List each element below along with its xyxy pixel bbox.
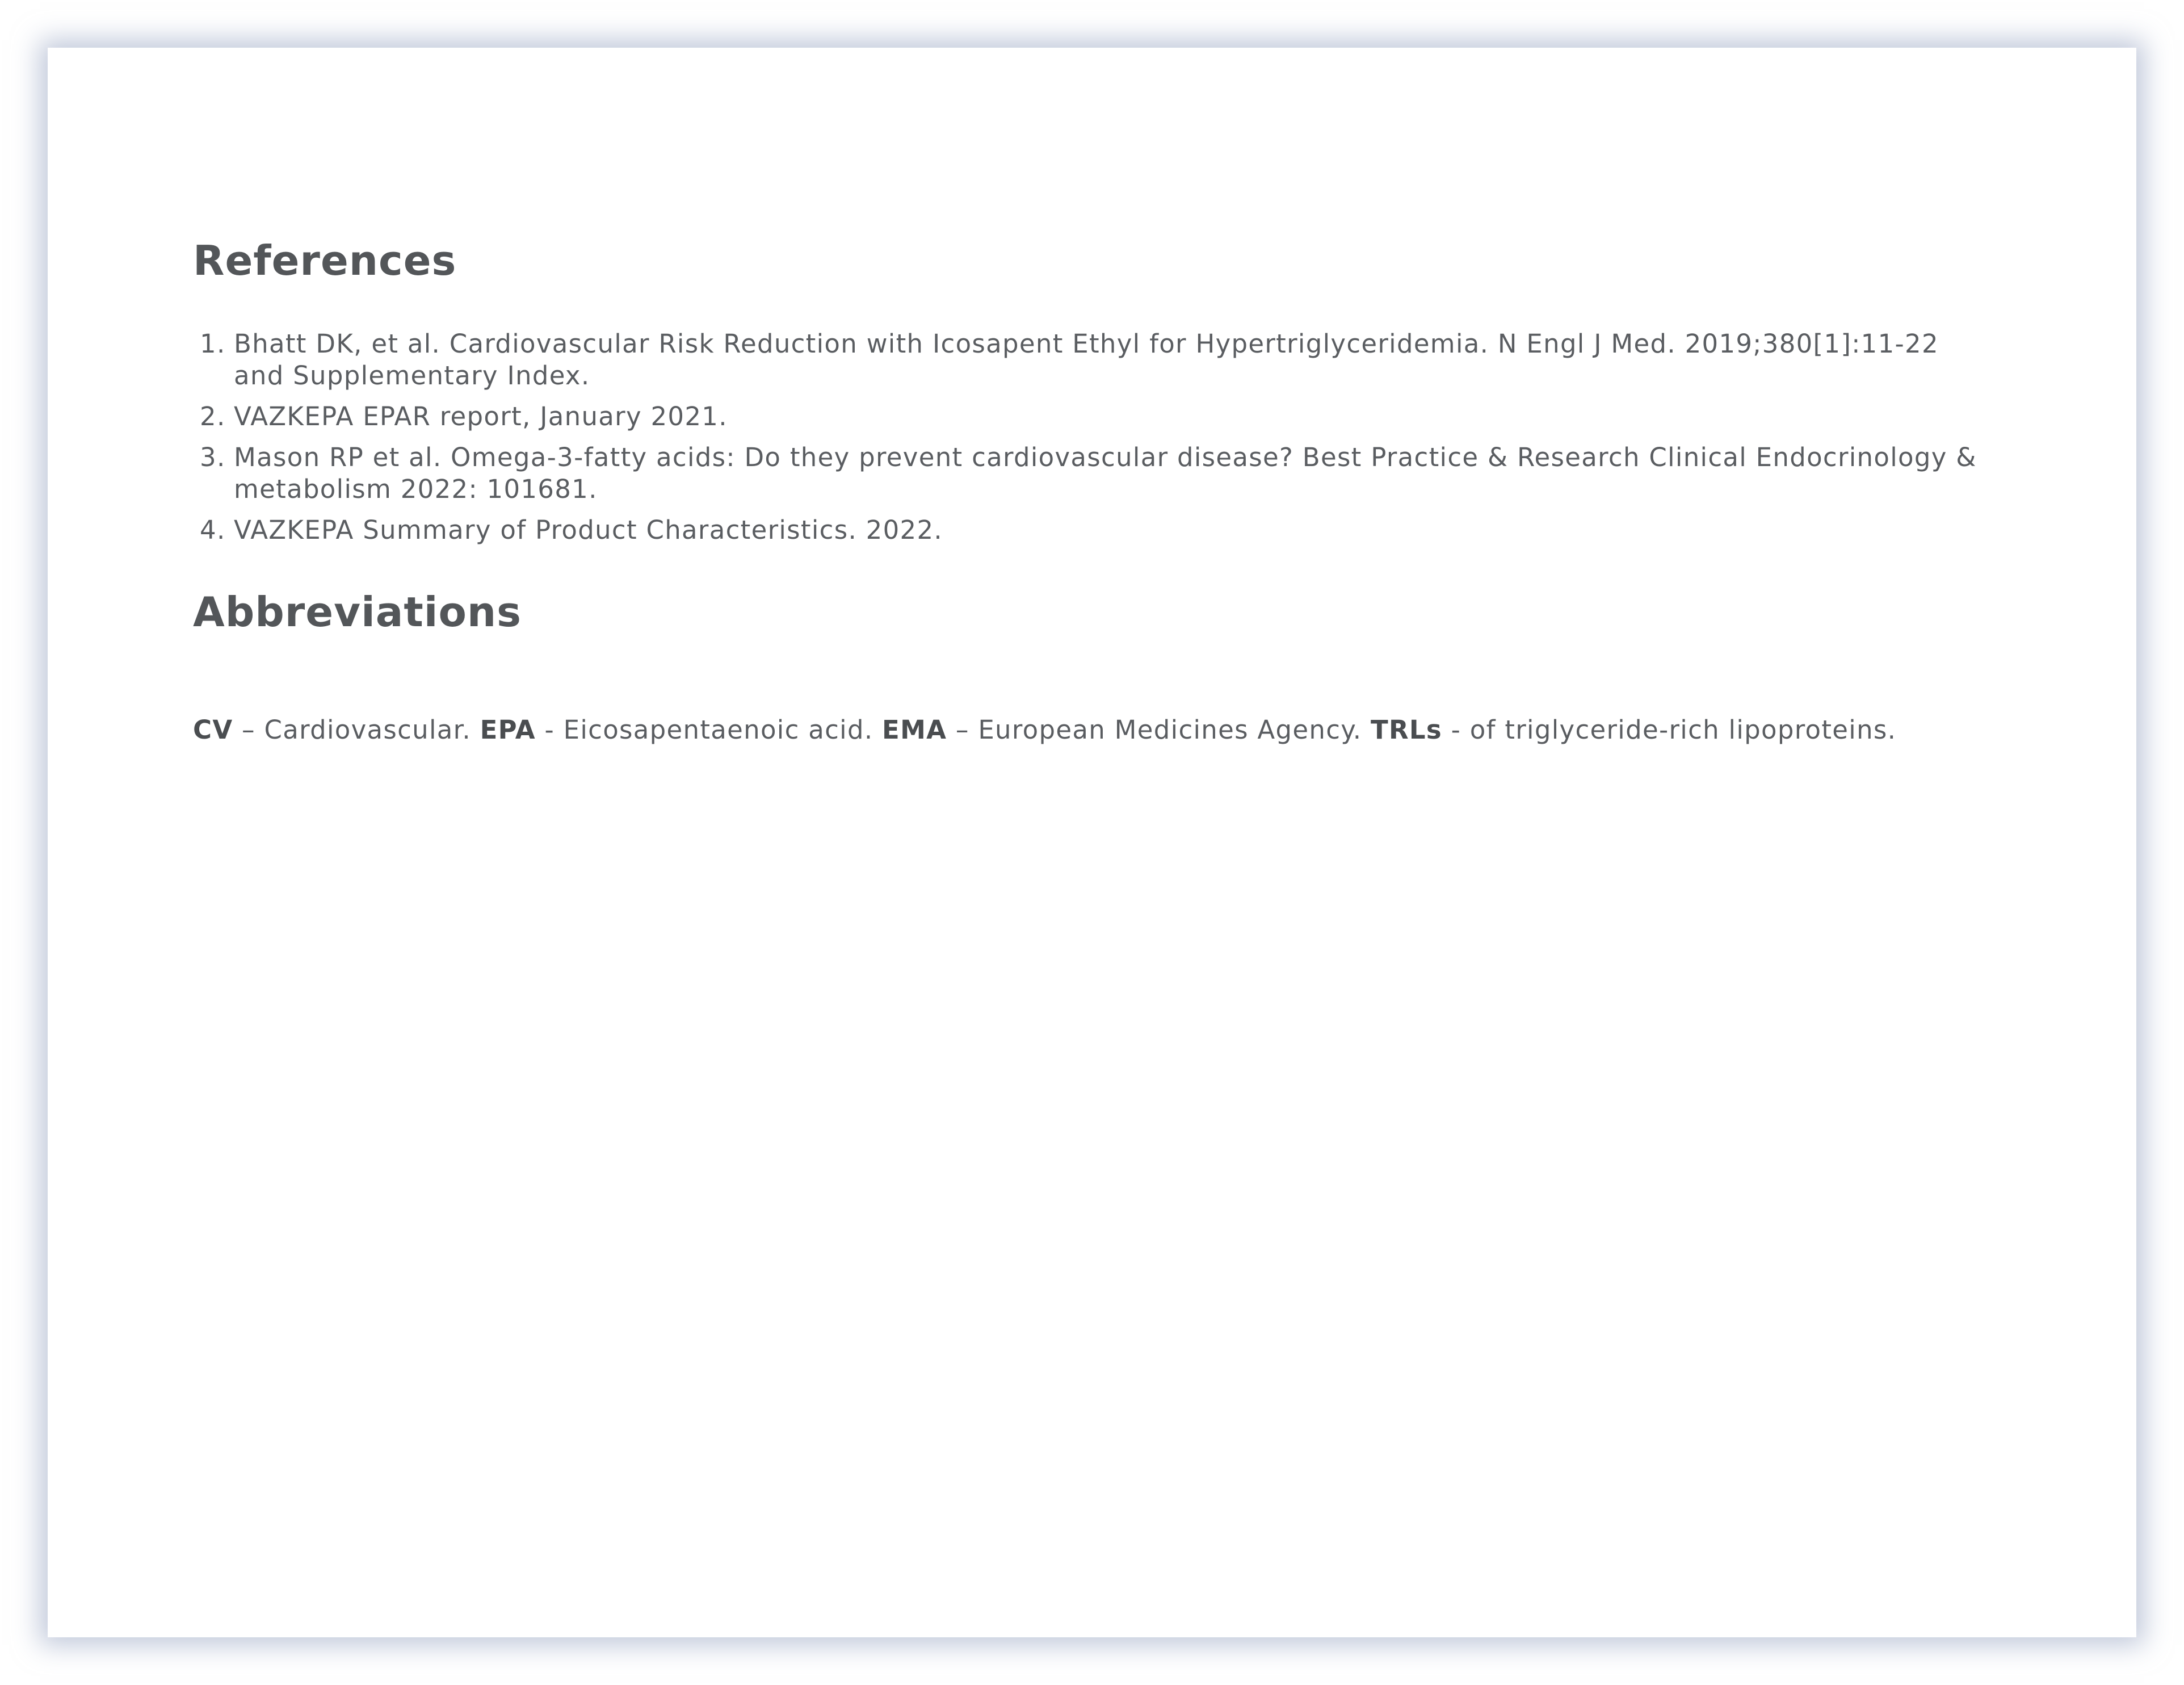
reference-item: VAZKEPA EPAR report, January 2021. <box>200 401 728 433</box>
abbreviation-definition: Eicosapentaenoic acid. <box>563 715 873 745</box>
abbreviation-term: EPA <box>480 715 536 745</box>
abbreviation-separator: – <box>947 715 978 745</box>
abbreviation-term: TRLs <box>1370 715 1442 745</box>
abbreviation-definition: of triglyceride-rich lipoproteins. <box>1469 715 1897 745</box>
abbreviations-heading: Abbreviations <box>193 588 522 636</box>
abbreviation-separator: - <box>1442 715 1470 745</box>
abbreviations-paragraph: CV – Cardiovascular. EPA - Eicosapentaen… <box>193 713 1981 747</box>
abbreviation-separator: - <box>535 715 564 745</box>
references-heading: References <box>193 237 457 284</box>
abbreviation-separator: – <box>233 715 264 745</box>
reference-item: Bhatt DK, et al. Cardiovascular Risk Red… <box>200 328 1939 391</box>
abbreviation-definition: Cardiovascular. <box>264 715 471 745</box>
abbreviation-definition: European Medicines Agency. <box>978 715 1362 745</box>
references-list: Bhatt DK, et al. Cardiovascular Risk Red… <box>193 328 1982 555</box>
document-page: References Bhatt DK, et al. Cardiovascul… <box>48 48 2136 1637</box>
reference-item: Mason RP et al. Omega-3-fatty acids: Do … <box>200 442 1977 504</box>
abbreviation-term: EMA <box>882 715 947 745</box>
reference-item: VAZKEPA Summary of Product Characteristi… <box>200 514 943 546</box>
abbreviation-term: CV <box>193 715 233 745</box>
